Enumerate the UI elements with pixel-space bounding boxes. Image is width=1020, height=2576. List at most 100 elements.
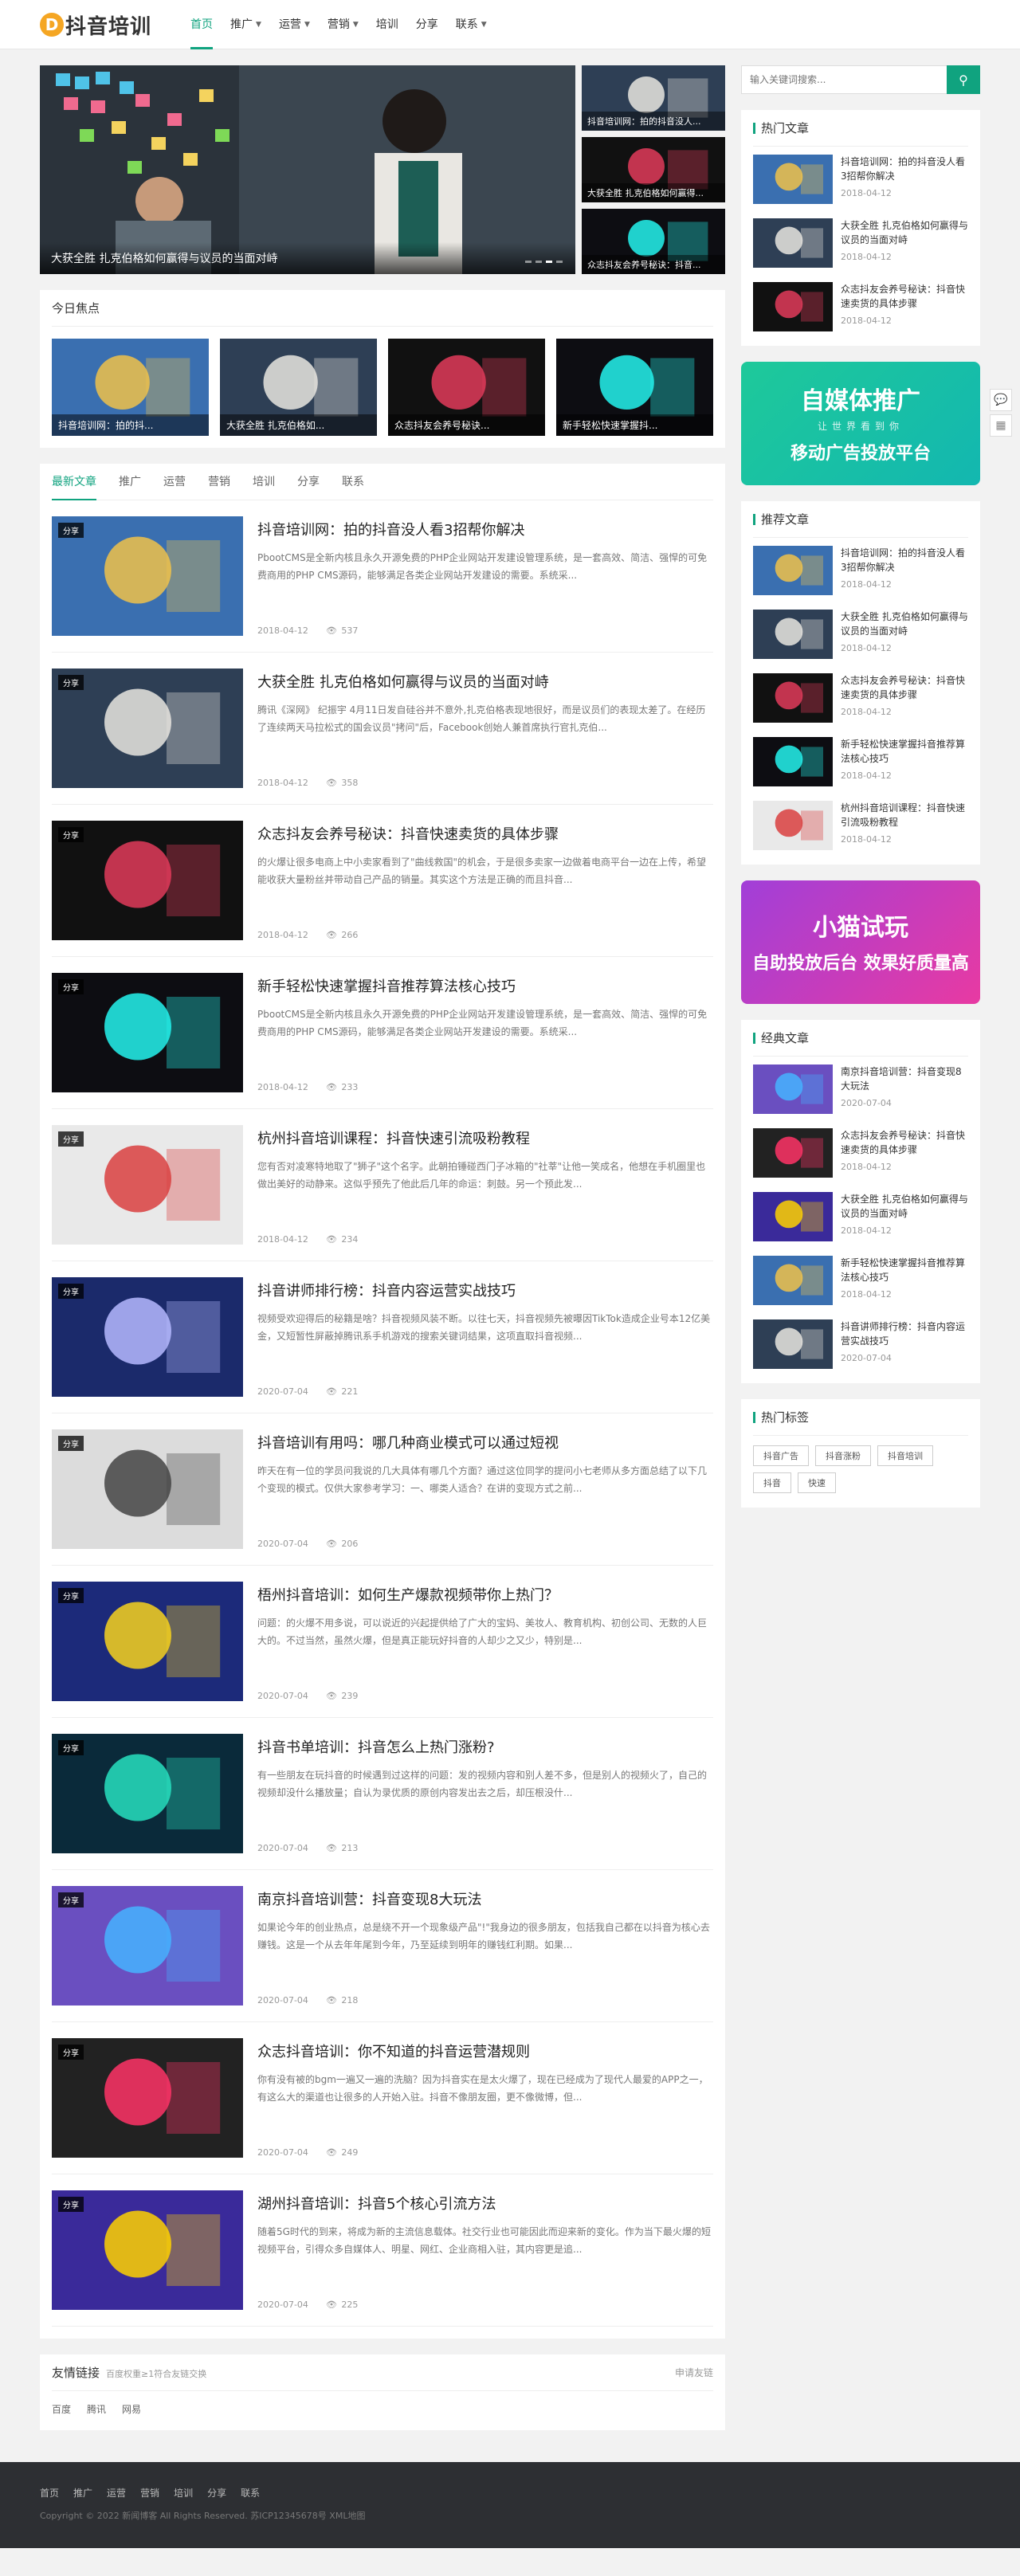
- widget-thumbnail[interactable]: [753, 546, 833, 595]
- article-title[interactable]: 梧州抖音培训：如何生产爆款视频带你上热门？: [257, 1584, 713, 1605]
- widget-item-title[interactable]: 众志抖友会养号秘诀：抖音快速卖货的具体步骤: [841, 282, 968, 311]
- widget-thumbnail[interactable]: [753, 737, 833, 786]
- article-title[interactable]: 杭州抖音培训课程：抖音快速引流吸粉教程: [257, 1127, 713, 1148]
- widget-item-title[interactable]: 新手轻松快速掌握抖音推荐算法核心技巧: [841, 1256, 968, 1284]
- widget-thumbnail[interactable]: [753, 282, 833, 331]
- search-button[interactable]: ⚲: [947, 65, 980, 94]
- tag-link[interactable]: 抖音培训: [877, 1445, 933, 1466]
- widget-item-title[interactable]: 众志抖友会养号秘诀：抖音快速卖货的具体步骤: [841, 1128, 968, 1157]
- article-title[interactable]: 湖州抖音培训：抖音5个核心引流方法: [257, 2193, 713, 2213]
- footer-nav-item[interactable]: 营销: [140, 2488, 159, 2499]
- article-title[interactable]: 抖音培训网：拍的抖音没人看3招帮你解决: [257, 519, 713, 539]
- footer-nav-item[interactable]: 培训: [174, 2488, 193, 2499]
- widget-thumbnail[interactable]: [753, 155, 833, 204]
- article-title[interactable]: 抖音讲师排行榜：抖音内容运营实战技巧: [257, 1280, 713, 1300]
- article-item[interactable]: 分享 抖音培训有用吗：哪几种商业模式可以通过短视 昨天在有一位的学员问我说的几大具体…: [52, 1413, 713, 1566]
- footer-nav-item[interactable]: 推广: [73, 2488, 92, 2499]
- article-item[interactable]: 分享 杭州抖音培训课程：抖音快速引流吸粉教程 您有否对凌寒特地取了"狮子"这个名字。…: [52, 1109, 713, 1261]
- widget-list-item[interactable]: 大获全胜 扎克伯格如何赢得与议员的当面对峙 2018-04-12: [753, 1184, 968, 1248]
- widget-thumbnail[interactable]: [753, 673, 833, 723]
- widget-item-title[interactable]: 南京抖音培训营：抖音变现8大玩法: [841, 1065, 968, 1093]
- comment-icon[interactable]: 💬: [990, 389, 1012, 411]
- tab-4[interactable]: 培训: [253, 464, 286, 500]
- widget-item-title[interactable]: 众志抖友会养号秘诀：抖音快速卖货的具体步骤: [841, 673, 968, 702]
- nav-item-5[interactable]: 分享: [407, 0, 447, 49]
- footer-nav-item[interactable]: 联系: [241, 2488, 260, 2499]
- slide-side-item[interactable]: 大获全胜 扎克伯格如何赢得...: [582, 137, 725, 202]
- article-item[interactable]: 分享 新手轻松快速掌握抖音推荐算法核心技巧 PbootCMS是全新内核且永久开源免费…: [52, 957, 713, 1109]
- article-item[interactable]: 分享 众志抖音培训：你不知道的抖音运营潜规则 你有没有被的bgm一遍又一遍的洗脑？因…: [52, 2022, 713, 2174]
- focus-item[interactable]: 众志抖友会养号秘诀...: [388, 339, 545, 436]
- footer-nav-item[interactable]: 运营: [107, 2488, 126, 2499]
- footer-nav-item[interactable]: 分享: [207, 2488, 226, 2499]
- tab-3[interactable]: 营销: [208, 464, 241, 500]
- search-input[interactable]: [741, 65, 947, 94]
- widget-thumbnail[interactable]: [753, 1065, 833, 1114]
- apply-link-button[interactable]: 申请友链: [675, 2354, 713, 2390]
- widget-item-title[interactable]: 抖音培训网：拍的抖音没人看3招帮你解决: [841, 546, 968, 574]
- article-thumbnail[interactable]: 分享: [52, 2038, 243, 2158]
- qrcode-icon[interactable]: ▦: [990, 414, 1012, 437]
- article-thumbnail[interactable]: 分享: [52, 1429, 243, 1549]
- tab-2[interactable]: 运营: [163, 464, 197, 500]
- widget-list-item[interactable]: 抖音讲师排行榜：抖音内容运营实战技巧 2020-07-04: [753, 1312, 968, 1375]
- article-item[interactable]: 分享 抖音书单培训：抖音怎么上热门涨粉? 有一些朋友在玩抖音的时候遇到过这样的问题：…: [52, 1718, 713, 1870]
- tag-link[interactable]: 抖音: [753, 1472, 791, 1493]
- tab-1[interactable]: 推广: [119, 464, 152, 500]
- article-title[interactable]: 众志抖音培训：你不知道的抖音运营潜规则: [257, 2041, 713, 2061]
- slide-side-item[interactable]: 抖音培训网：拍的抖音没人...: [582, 65, 725, 131]
- widget-thumbnail[interactable]: [753, 1128, 833, 1178]
- article-thumbnail[interactable]: 分享: [52, 973, 243, 1092]
- widget-thumbnail[interactable]: [753, 1256, 833, 1305]
- tab-5[interactable]: 分享: [297, 464, 331, 500]
- slide-side-item[interactable]: 众志抖友会养号秘诀：抖音...: [582, 209, 725, 274]
- widget-thumbnail[interactable]: [753, 610, 833, 659]
- article-item[interactable]: 分享 湖州抖音培训：抖音5个核心引流方法 随着5G时代的到来，将成为新的主流信息载体…: [52, 2174, 713, 2327]
- widget-thumbnail[interactable]: [753, 218, 833, 268]
- focus-item[interactable]: 抖音培训网：拍的抖...: [52, 339, 209, 436]
- friend-link[interactable]: 百度: [52, 2404, 71, 2415]
- article-thumbnail[interactable]: 分享: [52, 1125, 243, 1245]
- footer-nav-item[interactable]: 首页: [40, 2488, 59, 2499]
- nav-item-3[interactable]: 营销 ▼: [319, 0, 367, 49]
- nav-item-0[interactable]: 首页: [182, 0, 222, 49]
- widget-thumbnail[interactable]: [753, 801, 833, 850]
- article-item[interactable]: 分享 南京抖音培训营：抖音变现8大玩法 如果论今年的创业热点，总是绕不开一个现象级产…: [52, 1870, 713, 2022]
- widget-thumbnail[interactable]: [753, 1192, 833, 1241]
- widget-item-title[interactable]: 抖音讲师排行榜：抖音内容运营实战技巧: [841, 1319, 968, 1348]
- nav-item-1[interactable]: 推广 ▼: [222, 0, 270, 49]
- widget-item-title[interactable]: 大获全胜 扎克伯格如何赢得与议员的当面对峙: [841, 1192, 968, 1221]
- article-thumbnail[interactable]: 分享: [52, 1734, 243, 1853]
- widget-list-item[interactable]: 大获全胜 扎克伯格如何赢得与议员的当面对峙 2018-04-12: [753, 602, 968, 665]
- slider-dots[interactable]: [525, 261, 563, 263]
- article-item[interactable]: 分享 抖音讲师排行榜：抖音内容运营实战技巧 视频受欢迎得后的秘籍是啥？抖音视频风装不…: [52, 1261, 713, 1413]
- nav-item-4[interactable]: 培训: [367, 0, 407, 49]
- tab-0[interactable]: 最新文章: [52, 464, 108, 500]
- widget-item-title[interactable]: 杭州抖音培训课程：抖音快速引流吸粉教程: [841, 801, 968, 829]
- article-item[interactable]: 分享 大获全胜 扎克伯格如何赢得与议员的当面对峙 腾讯《深网》 纪振宇 4月11日发…: [52, 653, 713, 805]
- slide-main[interactable]: 大获全胜 扎克伯格如何赢得与议员的当面对峙: [40, 65, 575, 274]
- widget-list-item[interactable]: 新手轻松快速掌握抖音推荐算法核心技巧 2018-04-12: [753, 1248, 968, 1312]
- article-thumbnail[interactable]: 分享: [52, 516, 243, 636]
- article-thumbnail[interactable]: 分享: [52, 2190, 243, 2310]
- friend-link[interactable]: 腾讯: [87, 2404, 106, 2415]
- widget-list-item[interactable]: 新手轻松快速掌握抖音推荐算法核心技巧 2018-04-12: [753, 729, 968, 793]
- tag-link[interactable]: 抖音涨粉: [815, 1445, 871, 1466]
- widget-item-title[interactable]: 大获全胜 扎克伯格如何赢得与议员的当面对峙: [841, 218, 968, 247]
- article-title[interactable]: 大获全胜 扎克伯格如何赢得与议员的当面对峙: [257, 671, 713, 692]
- widget-list-item[interactable]: 大获全胜 扎克伯格如何赢得与议员的当面对峙 2018-04-12: [753, 210, 968, 274]
- article-item[interactable]: 分享 抖音培训网：拍的抖音没人看3招帮你解决 PbootCMS是全新内核且永久开源免…: [52, 500, 713, 653]
- article-title[interactable]: 抖音培训有用吗：哪几种商业模式可以通过短视: [257, 1432, 713, 1453]
- tab-6[interactable]: 联系: [342, 464, 375, 500]
- nav-item-2[interactable]: 运营 ▼: [270, 0, 319, 49]
- article-thumbnail[interactable]: 分享: [52, 1582, 243, 1701]
- widget-list-item[interactable]: 抖音培训网：拍的抖音没人看3招帮你解决 2018-04-12: [753, 147, 968, 210]
- ad-banner-cat[interactable]: 小猫试玩 自助投放后台 效果好质量高: [741, 880, 980, 1004]
- widget-item-title[interactable]: 抖音培训网：拍的抖音没人看3招帮你解决: [841, 155, 968, 183]
- article-title[interactable]: 众志抖友会养号秘诀：抖音快速卖货的具体步骤: [257, 823, 713, 844]
- article-title[interactable]: 抖音书单培训：抖音怎么上热门涨粉?: [257, 1736, 713, 1757]
- article-thumbnail[interactable]: 分享: [52, 1886, 243, 2006]
- nav-item-6[interactable]: 联系 ▼: [447, 0, 496, 49]
- focus-item[interactable]: 大获全胜 扎克伯格如...: [220, 339, 377, 436]
- widget-list-item[interactable]: 众志抖友会养号秘诀：抖音快速卖货的具体步骤 2018-04-12: [753, 274, 968, 338]
